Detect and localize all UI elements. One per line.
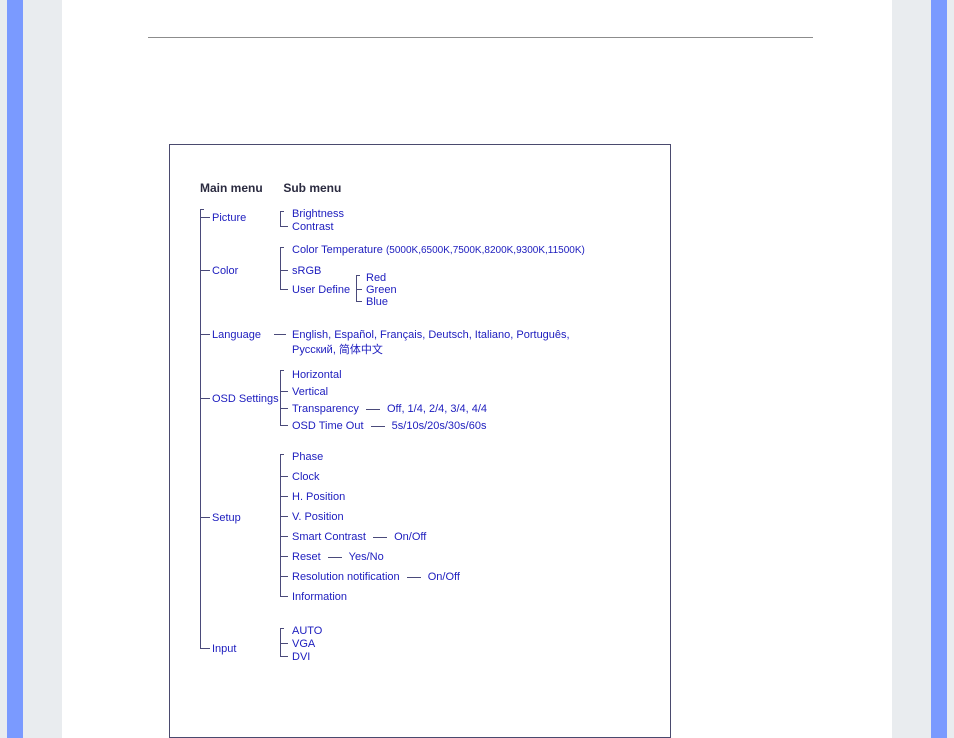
column-headers: Main menu Sub menu [200,181,341,195]
item-contrast: Contrast [292,220,334,235]
item-clock: Clock [292,470,320,485]
item-transparency: Transparency Off, 1/4, 2/4, 3/4, 4/4 [292,402,487,417]
timeout-values: 5s/10s/20s/30s/60s [392,420,487,432]
section-color: Color [212,264,238,279]
margin-bar-left [0,0,62,738]
document-page: Main menu Sub menu Picture Brightness Co… [62,0,892,738]
color-temp-label: Color Temperature [292,244,383,256]
section-osd: OSD Settings [212,392,279,407]
item-reset: Reset Yes/No [292,550,384,565]
section-input: Input [212,642,236,657]
item-user-define: User Define [292,283,350,298]
section-picture: Picture [212,211,246,226]
item-input-dvi: DVI [292,650,310,665]
res-notif-values: On/Off [428,571,460,583]
item-vertical: Vertical [292,385,328,400]
color-temp-values: (5000K,6500K,7500K,8200K,9300K,11500K) [386,245,585,256]
timeout-label: OSD Time Out [292,420,364,432]
header-main: Main menu [200,181,280,195]
item-phase: Phase [292,450,323,465]
item-horizontal: Horizontal [292,368,342,383]
section-language: Language [212,328,261,343]
item-hpos: H. Position [292,490,345,505]
item-smart-contrast: Smart Contrast On/Off [292,530,426,545]
section-setup: Setup [212,511,241,526]
horizontal-rule [148,37,813,38]
item-res-notif: Resolution notification On/Off [292,570,460,585]
res-notif-label: Resolution notification [292,571,400,583]
smart-contrast-values: On/Off [394,531,426,543]
transparency-values: Off, 1/4, 2/4, 3/4, 4/4 [387,403,487,415]
item-color-temp: Color Temperature (5000K,6500K,7500K,820… [292,243,585,258]
reset-label: Reset [292,551,321,563]
item-timeout: OSD Time Out 5s/10s/20s/30s/60s [292,419,486,434]
smart-contrast-label: Smart Contrast [292,531,366,543]
item-vpos: V. Position [292,510,344,525]
item-languages: English, Español, Français, Deutsch, Ita… [292,328,582,358]
transparency-label: Transparency [292,403,359,415]
item-information: Information [292,590,347,605]
item-blue: Blue [366,295,388,310]
menu-panel: Main menu Sub menu Picture Brightness Co… [169,144,671,738]
header-sub: Sub menu [283,181,341,195]
item-srgb: sRGB [292,264,321,279]
reset-values: Yes/No [349,551,384,563]
margin-bar-right [892,0,954,738]
